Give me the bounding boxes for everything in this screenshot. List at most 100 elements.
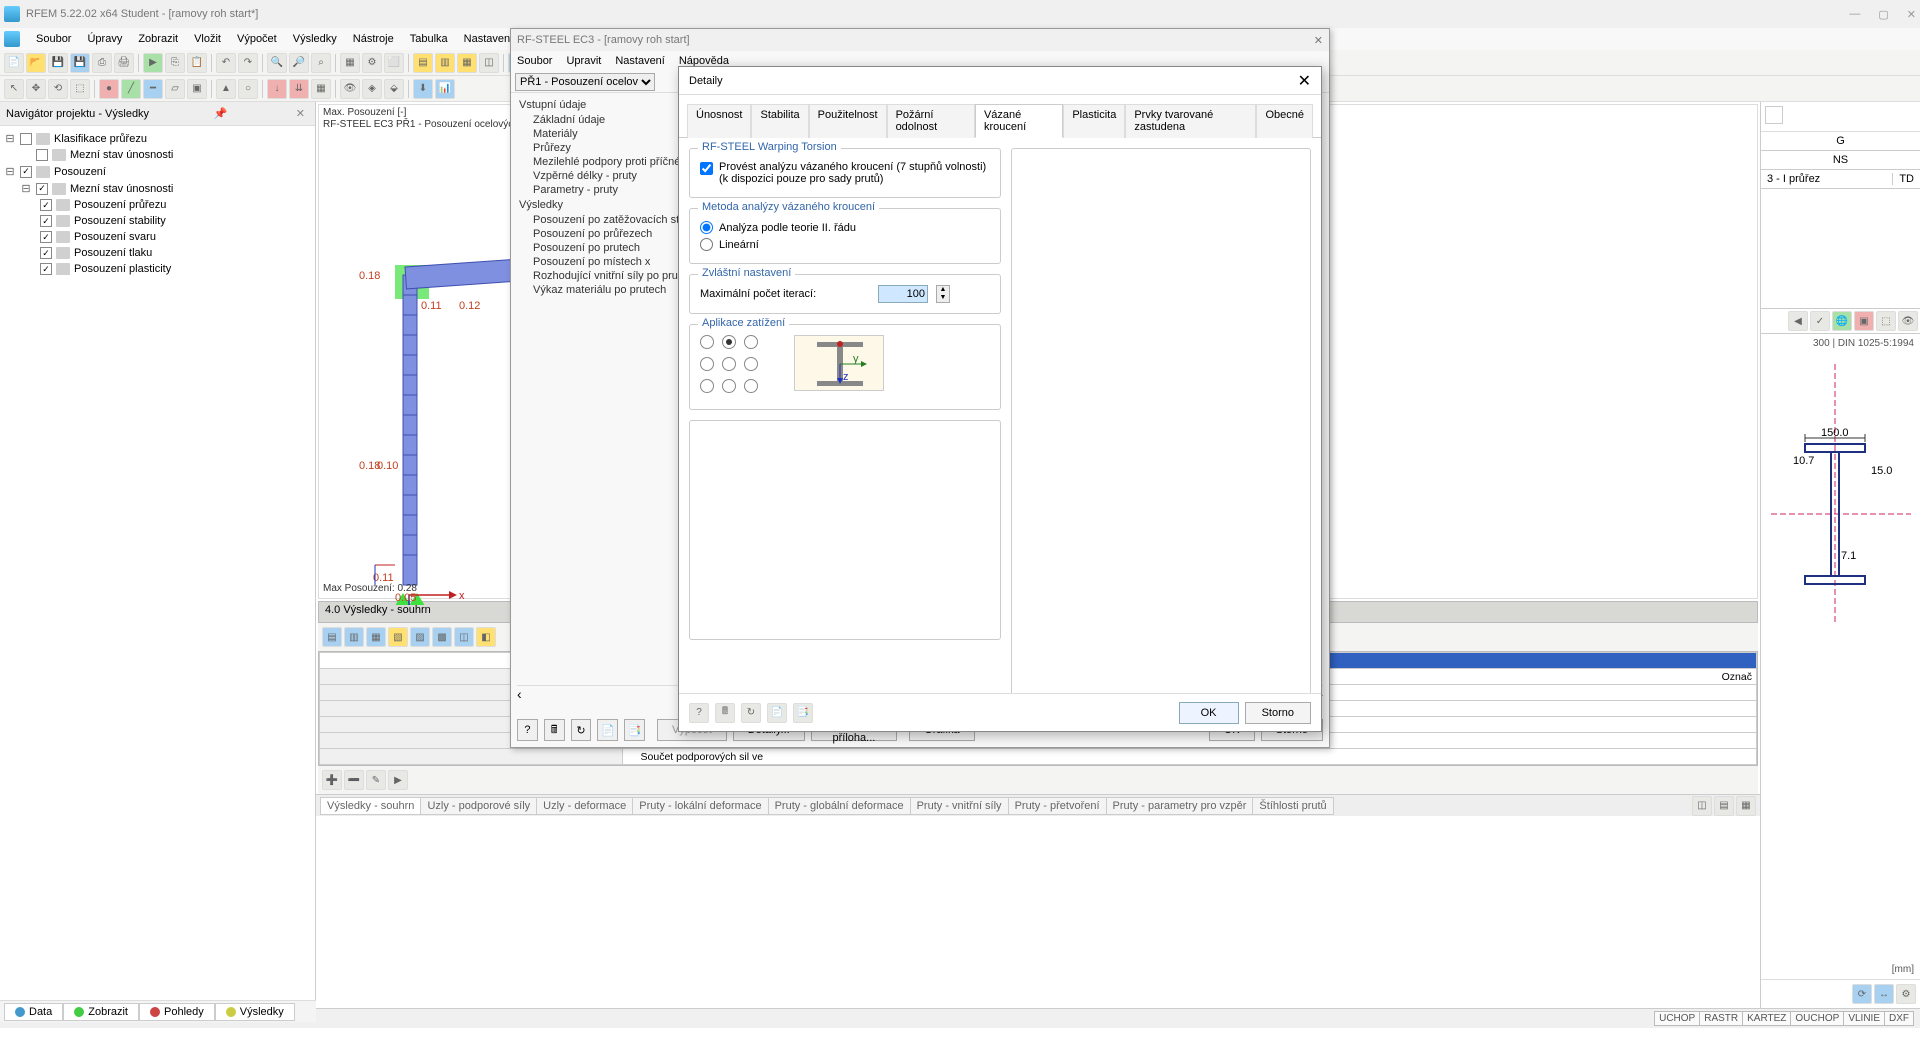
res-tb-6[interactable]: ▩: [432, 627, 452, 647]
view-icon[interactable]: 👁: [340, 79, 360, 99]
copy-icon[interactable]: ⎘: [165, 53, 185, 73]
tree-node-tlaku[interactable]: ✓Posouzení tlaku: [0, 245, 315, 261]
menu-nastroje[interactable]: Nástroje: [345, 31, 402, 47]
tab-pouzitelnost[interactable]: Použitelnost: [809, 104, 887, 138]
print-icon[interactable]: 🖨: [114, 53, 134, 73]
save-icon[interactable]: 💾: [48, 53, 68, 73]
close-button[interactable]: ✕: [1907, 8, 1916, 21]
rf-scroll-left-icon[interactable]: ‹: [517, 686, 522, 702]
colors-icon[interactable]: ⬜: [384, 53, 404, 73]
calculate-icon[interactable]: ▶: [143, 53, 163, 73]
dlg-loop-icon[interactable]: ↻: [741, 703, 761, 723]
rfsteel-case-combo[interactable]: PŘ1 - Posouzení ocelových pru: [515, 73, 655, 91]
rfmenu-nastaveni[interactable]: Nastavení: [615, 55, 665, 67]
load-pt-ml[interactable]: [700, 357, 714, 371]
load-pt-br[interactable]: [744, 379, 758, 393]
load-pt-mc[interactable]: [722, 357, 736, 371]
minimize-button[interactable]: —: [1849, 8, 1860, 21]
tab-obecne[interactable]: Obecné: [1256, 104, 1313, 138]
sect-btn2[interactable]: ✓: [1810, 311, 1830, 331]
tab-pruty-lok[interactable]: Pruty - lokální deformace: [632, 797, 768, 815]
edit-row-icon[interactable]: ✎: [366, 770, 386, 790]
tab-vazane-krouceni[interactable]: Vázané kroucení: [975, 104, 1063, 138]
tree-node-posouzeni[interactable]: ⊟✓Posouzení: [0, 163, 315, 180]
method-radio-linear[interactable]: [700, 238, 713, 251]
tab-pruty-sily[interactable]: Pruty - vnitřní síly: [910, 797, 1009, 815]
load-pt-tl[interactable]: [700, 335, 714, 349]
load-pt-tc[interactable]: [722, 335, 736, 349]
load-pt-mr[interactable]: [744, 357, 758, 371]
status-uchop[interactable]: UCHOP: [1654, 1011, 1700, 1026]
open-icon[interactable]: 📂: [26, 53, 46, 73]
solid-icon[interactable]: ▣: [187, 79, 207, 99]
table-row[interactable]: Součet podporových sil ve: [622, 749, 1756, 765]
menu-vysledky[interactable]: Výsledky: [285, 31, 345, 47]
iso-icon[interactable]: ◈: [362, 79, 382, 99]
load-pt-bc[interactable]: [722, 379, 736, 393]
tab-plasticita[interactable]: Plasticita: [1063, 104, 1125, 138]
menu-soubor[interactable]: Soubor: [28, 31, 79, 47]
navtab-vysledky[interactable]: Výsledky: [215, 1003, 295, 1021]
sect-btn4[interactable]: ▣: [1854, 311, 1874, 331]
zoom-window-icon[interactable]: ⬚: [70, 79, 90, 99]
rfmenu-soubor[interactable]: Soubor: [517, 55, 552, 67]
line-icon[interactable]: ╱: [121, 79, 141, 99]
panel-icon[interactable]: ◫: [479, 53, 499, 73]
status-ouchop[interactable]: OUCHOP: [1790, 1011, 1844, 1026]
max-iter-spinner[interactable]: ▲▼: [936, 285, 950, 303]
new-icon[interactable]: 📄: [4, 53, 24, 73]
res-tb-4[interactable]: ▧: [388, 627, 408, 647]
tab-souhrn[interactable]: Výsledky - souhrn: [320, 797, 421, 815]
status-dxf[interactable]: DXF: [1884, 1011, 1914, 1026]
dlg-storno-button[interactable]: Storno: [1245, 702, 1311, 724]
tab-stihlosti[interactable]: Štíhlosti prutů: [1252, 797, 1333, 815]
units-icon[interactable]: ⚙: [362, 53, 382, 73]
menu-upravy[interactable]: Úpravy: [79, 31, 130, 47]
res-tb-7[interactable]: ◫: [454, 627, 474, 647]
paste-icon[interactable]: 📋: [187, 53, 207, 73]
persp-icon[interactable]: ⬙: [384, 79, 404, 99]
rfmenu-upravit[interactable]: Upravit: [566, 55, 601, 67]
dlg-help-icon[interactable]: ?: [689, 703, 709, 723]
max-iter-input[interactable]: [878, 285, 928, 303]
status-rastr[interactable]: RASTR: [1699, 1011, 1743, 1026]
res-tb-8[interactable]: ◧: [476, 627, 496, 647]
rfsteel-titlebar[interactable]: RF-STEEL EC3 - [ramovy roh start] ✕: [511, 29, 1329, 51]
menu-zobrazit[interactable]: Zobrazit: [130, 31, 186, 47]
tree-node-msu1[interactable]: Mezní stav únosnosti: [0, 147, 315, 163]
maximize-button[interactable]: ▢: [1878, 8, 1888, 21]
tree-node-klasifikace[interactable]: ⊟Klasifikace průřezu: [0, 130, 315, 147]
line-load-icon[interactable]: ⇊: [289, 79, 309, 99]
navtab-pohledy[interactable]: Pohledy: [139, 1003, 215, 1021]
warping-checkbox[interactable]: [700, 162, 713, 175]
tabstrip-btn1[interactable]: ◫: [1692, 796, 1712, 816]
sect-btn5[interactable]: ⬚: [1876, 311, 1896, 331]
rf-doc1-icon[interactable]: 📄: [597, 719, 618, 741]
section-icon[interactable]: [1765, 106, 1783, 124]
load-pt-bl[interactable]: [700, 379, 714, 393]
sect-btn1[interactable]: ◀: [1788, 311, 1808, 331]
rotate-icon[interactable]: ⟲: [48, 79, 68, 99]
node-icon[interactable]: ●: [99, 79, 119, 99]
tree-node-msu2[interactable]: ⊟✓Mezní stav únosnosti: [0, 180, 315, 197]
support-icon[interactable]: ▲: [216, 79, 236, 99]
del-row-icon[interactable]: ➖: [344, 770, 364, 790]
area-load-icon[interactable]: ▦: [311, 79, 331, 99]
hinge-icon[interactable]: ○: [238, 79, 258, 99]
rf-calc-icon[interactable]: 🖩: [544, 719, 565, 741]
table2-icon[interactable]: ▥: [435, 53, 455, 73]
undo-icon[interactable]: ↶: [216, 53, 236, 73]
table3-icon[interactable]: ▦: [457, 53, 477, 73]
navtab-zobrazit[interactable]: Zobrazit: [63, 1003, 139, 1021]
tabstrip-btn2[interactable]: ▤: [1714, 796, 1734, 816]
dialog-titlebar[interactable]: Detaily ✕: [679, 67, 1321, 95]
rf-loop-icon[interactable]: ↻: [571, 719, 592, 741]
res-tb-5[interactable]: ▨: [410, 627, 430, 647]
menu-vypocet[interactable]: Výpočet: [229, 31, 285, 47]
show-results-icon[interactable]: 📊: [435, 79, 455, 99]
tree-node-svaru[interactable]: ✓Posouzení svaru: [0, 229, 315, 245]
grid-icon[interactable]: ▦: [340, 53, 360, 73]
dlg-ok-button[interactable]: OK: [1179, 702, 1239, 724]
cell-ns[interactable]: NS: [1761, 151, 1920, 169]
zoom-icon[interactable]: 🔍: [267, 53, 287, 73]
